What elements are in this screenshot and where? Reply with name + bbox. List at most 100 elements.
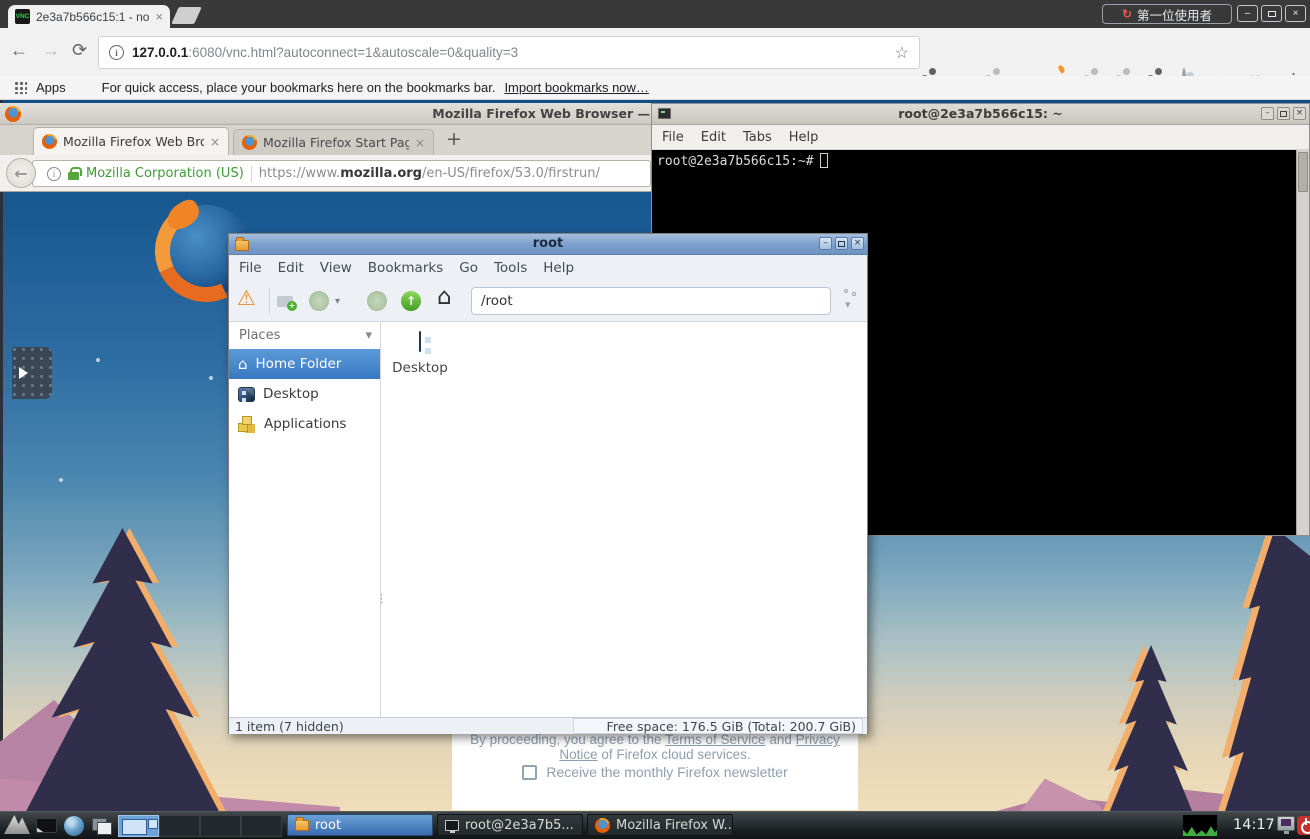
fm-maximize-button[interactable] <box>835 237 848 250</box>
security-label[interactable]: Mozilla Corporation (US) <box>86 166 244 181</box>
fm-minimize-button[interactable]: – <box>819 237 832 250</box>
collapse-icon[interactable]: ▾ <box>365 328 372 343</box>
clock[interactable]: 14:17 <box>1233 817 1275 833</box>
workspace-2[interactable] <box>159 815 200 837</box>
terminal-minimize-button[interactable]: – <box>1261 107 1274 120</box>
back-nav-button[interactable] <box>309 291 329 311</box>
sidebar-item-label: Home Folder <box>256 356 342 372</box>
file-manager-launcher-icon[interactable] <box>92 818 112 834</box>
menu-help[interactable]: Help <box>543 260 574 276</box>
page-info-icon[interactable]: i <box>47 167 61 181</box>
menu-tabs[interactable]: Tabs <box>743 130 772 145</box>
chrome-new-tab-button[interactable] <box>171 7 202 24</box>
chrome-minimize-button[interactable]: – <box>1237 5 1258 22</box>
tab-close-icon[interactable]: × <box>155 10 163 23</box>
forward-button[interactable]: → <box>42 41 60 59</box>
site-info-icon[interactable]: i <box>109 45 124 60</box>
web-browser-launcher-icon[interactable] <box>64 816 84 836</box>
back-button[interactable]: ← <box>6 158 36 188</box>
url-rest: :6080/vnc.html?autoconnect=1&autoscale=0… <box>188 45 518 60</box>
menu-view[interactable]: View <box>320 260 352 276</box>
terms-of-service-link[interactable]: Terms of Service <box>665 732 766 747</box>
cpu-monitor <box>1183 815 1217 836</box>
menu-help[interactable]: Help <box>789 130 819 145</box>
firefox-address-bar[interactable]: i Mozilla Corporation (US) https://www.m… <box>32 160 651 187</box>
history-dropdown-icon[interactable]: ▾ <box>335 296 340 307</box>
file-manager-statusbar: 1 item (7 hidden) Free space: 176.5 GiB … <box>229 717 867 734</box>
chrome-profile-button[interactable]: ↻ 第一位使用者 <box>1102 4 1232 24</box>
path-input[interactable]: /root <box>471 287 831 315</box>
menu-go[interactable]: Go <box>459 260 478 276</box>
chrome-tab-novnc[interactable]: VNC 2e3a7b566c15:1 - no × <box>8 5 170 28</box>
terminal-titlebar[interactable]: root@2e3a7b566c15: ~ – × <box>652 104 1309 125</box>
menu-edit[interactable]: Edit <box>278 260 304 276</box>
ssl-lock-icon <box>68 172 79 180</box>
file-item-desktop[interactable]: Desktop <box>385 332 455 376</box>
pane-resize-handle[interactable]: ⋮ <box>376 592 387 605</box>
lxde-menu-icon[interactable] <box>4 815 30 834</box>
terminal-icon <box>445 820 459 831</box>
terminal-scrollbar[interactable] <box>1296 150 1309 535</box>
menu-edit[interactable]: Edit <box>701 130 726 145</box>
scrollbar-thumb[interactable] <box>1298 152 1308 192</box>
minimize-icon: – <box>823 239 828 248</box>
home-toolbar-icon[interactable]: ⌂ <box>437 284 452 310</box>
firefox-tab-start-page[interactable]: Mozilla Firefox Start Pag × <box>233 129 434 155</box>
menu-file[interactable]: File <box>662 130 684 145</box>
firefox-icon <box>5 106 21 122</box>
minimize-icon: – <box>1245 9 1251 19</box>
bookmark-star-icon[interactable]: ☆ <box>895 43 909 63</box>
tab-close-icon[interactable]: × <box>415 136 425 150</box>
places-label: Places <box>239 328 280 343</box>
taskbar-button-firefox[interactable]: Mozilla Firefox W... <box>587 814 733 836</box>
apps-label[interactable]: Apps <box>36 80 66 95</box>
novnc-control-handle[interactable] <box>12 347 52 399</box>
home-icon: ⌂ <box>238 357 248 372</box>
url-text[interactable]: https://www.mozilla.org/en-US/firefox/53… <box>259 166 600 181</box>
import-bookmarks-link[interactable]: Import bookmarks now… <box>504 80 649 95</box>
new-tab-button[interactable]: + <box>446 128 462 150</box>
up-folder-button[interactable]: ↑ <box>401 291 421 311</box>
workspace-4[interactable] <box>241 815 282 837</box>
terminal-maximize-button[interactable] <box>1277 107 1290 120</box>
file-manager-titlebar[interactable]: root – × <box>229 234 867 255</box>
sidebar-item-label: Desktop <box>263 386 319 402</box>
newsletter-checkbox[interactable] <box>522 765 537 780</box>
chrome-maximize-button[interactable] <box>1261 5 1282 22</box>
close-icon: × <box>1296 109 1304 118</box>
chrome-close-button[interactable]: × <box>1285 5 1306 22</box>
fm-close-button[interactable]: × <box>851 237 864 250</box>
taskbar-button-terminal[interactable]: root@2e3a7b5... <box>437 814 583 836</box>
forward-nav-button[interactable] <box>367 291 387 311</box>
screenshot-tool-icon[interactable] <box>1277 816 1295 831</box>
sidebar-item-home-folder[interactable]: ⌂ Home Folder <box>229 349 380 379</box>
firefox-tab-web-browser[interactable]: Mozilla Firefox Web Bro × <box>33 127 229 155</box>
toolbar-separator <box>269 288 270 314</box>
reload-button[interactable]: ⟳ <box>72 41 87 59</box>
url-text[interactable]: 127.0.0.1:6080/vnc.html?autoconnect=1&au… <box>132 45 887 60</box>
menu-tools[interactable]: Tools <box>494 260 527 276</box>
chrome-bookmarks-bar: Apps For quick access, place your bookma… <box>0 76 1310 100</box>
taskbar-button-file-manager[interactable]: root <box>287 814 433 836</box>
firefox-titlebar[interactable]: Mozilla Firefox Web Browser — <box>0 103 651 125</box>
workspace-1[interactable] <box>118 815 159 837</box>
places-header[interactable]: Places ▾ <box>229 322 380 349</box>
tab-close-icon[interactable]: × <box>210 135 220 149</box>
menu-file[interactable]: File <box>239 260 262 276</box>
logout-power-button[interactable] <box>1297 816 1310 835</box>
sidebar-item-desktop[interactable]: Desktop <box>229 379 380 409</box>
star-dot <box>96 358 100 362</box>
menu-bookmarks[interactable]: Bookmarks <box>368 260 443 276</box>
side-pane-toggle-icon[interactable]: ▾ <box>843 288 861 312</box>
back-button[interactable]: ← <box>10 41 28 59</box>
new-tab-toolbar-icon[interactable]: + <box>277 296 293 307</box>
workspace-3[interactable] <box>200 815 241 837</box>
terminal-close-button[interactable]: × <box>1293 107 1306 120</box>
show-desktop-icon[interactable] <box>36 818 57 833</box>
chrome-address-bar[interactable]: i 127.0.0.1:6080/vnc.html?autoconnect=1&… <box>98 36 920 69</box>
apps-grid-icon[interactable] <box>14 81 27 94</box>
novnc-favicon: VNC <box>15 9 30 24</box>
sidebar-item-applications[interactable]: Applications <box>229 409 380 439</box>
firefox-navbar: ← i Mozilla Corporation (US) https://www… <box>0 155 651 192</box>
agreement-text: and <box>766 732 796 747</box>
